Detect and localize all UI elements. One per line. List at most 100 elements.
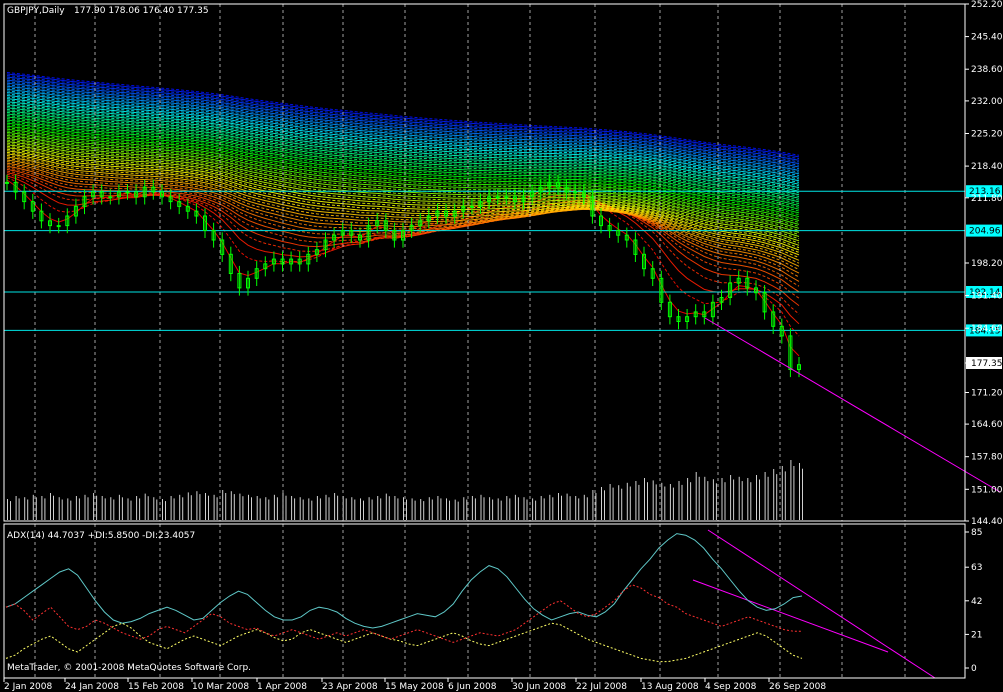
volume-bar	[78, 498, 80, 520]
di-trendline	[692, 579, 889, 653]
price-tick-label: 238.60	[971, 65, 1003, 75]
volume-bar	[139, 498, 141, 520]
volume-bar	[471, 496, 473, 520]
volume-bar	[32, 494, 34, 520]
adx-tick-label: 0	[971, 664, 977, 674]
volume-bar	[463, 497, 465, 520]
panel-frames	[3, 3, 966, 679]
volume-bar	[44, 498, 46, 520]
volume-bar	[747, 478, 749, 520]
volume-bar	[10, 501, 11, 520]
volume-bar	[756, 475, 757, 520]
volume-bar	[759, 479, 760, 520]
volume-bar	[182, 497, 184, 520]
volume-bar	[715, 483, 717, 520]
volume-bar	[368, 497, 370, 520]
volume-bar	[75, 496, 77, 520]
volume-bar	[363, 500, 364, 520]
time-tick-label: 30 Jun 2008	[512, 682, 566, 692]
moving-average-ribbons	[6, 72, 800, 357]
volume-bar	[457, 501, 459, 520]
volume-bar	[423, 501, 425, 520]
volume-bar	[397, 498, 399, 520]
volume-bar	[535, 500, 537, 520]
volume-bar	[446, 498, 447, 520]
ribbon-line	[6, 161, 800, 271]
ohlc-readout: 177.90 178.06 176.40 177.35	[74, 6, 209, 16]
volume-bar	[543, 498, 545, 520]
adx-series-line	[5, 622, 803, 663]
volume-bar	[328, 497, 330, 520]
price-tick-label: 157.80	[971, 453, 1003, 463]
volume-bar	[767, 476, 769, 520]
volume-bar	[440, 498, 442, 520]
volume-bar	[70, 500, 72, 520]
volume-bar	[302, 499, 304, 520]
volume-bar	[294, 498, 296, 520]
time-tick-label: 6 Jun 2008	[448, 682, 497, 692]
price-tick-label: 164.60	[971, 420, 1003, 430]
volume-bar	[583, 494, 585, 520]
volume-bar	[575, 496, 577, 520]
volume-bar	[733, 479, 735, 520]
chart-canvas: 213.16204.96192.14184.15 252.20245.40238…	[3, 0, 1003, 692]
price-tick-label: 198.20	[971, 259, 1003, 269]
price-tick-label: 245.40	[971, 33, 1003, 43]
volume-bar	[136, 496, 138, 520]
volume-bar	[388, 496, 390, 520]
volume-bar	[93, 493, 95, 520]
time-tick-label: 2 Jan 2008	[4, 682, 52, 692]
volume-bar	[652, 480, 654, 520]
volume-bar	[724, 482, 726, 520]
volume-bar	[618, 485, 620, 520]
volume-bar	[661, 482, 663, 520]
volume-bar	[492, 499, 494, 520]
volume-bar	[621, 488, 623, 520]
volume-bar	[165, 501, 166, 520]
volume-bar	[483, 497, 485, 520]
volume-bar	[256, 496, 258, 520]
volume-bar	[802, 468, 803, 520]
volume-bar	[351, 497, 353, 520]
ribbon-line	[6, 125, 800, 218]
price-tick-label: 177.35	[971, 359, 1003, 369]
volume-bar	[225, 493, 227, 520]
volume-bar	[58, 497, 60, 520]
volume-bar	[629, 486, 631, 520]
volume-bar	[187, 492, 189, 520]
volume-bar	[514, 494, 516, 520]
volume-bar	[371, 499, 373, 520]
volume-bar	[612, 487, 614, 520]
symbol-label: GBPJPY,Daily	[7, 6, 65, 16]
volume-bar	[707, 481, 709, 520]
main-panel-frame	[3, 3, 966, 522]
volume-bar	[276, 497, 278, 520]
volume-bar	[480, 494, 482, 520]
volume-bar	[385, 493, 387, 520]
volume-bar	[695, 472, 697, 520]
volume-bar	[311, 500, 313, 520]
grid-lines	[34, 4, 906, 678]
time-tick-label: 1 Apr 2008	[257, 682, 307, 692]
volume-bar	[669, 484, 671, 520]
price-tick-label: 184.60	[971, 324, 1003, 334]
volume-bar	[121, 497, 123, 520]
volume-bar	[285, 495, 287, 520]
volume-bar	[517, 497, 519, 520]
volume-bar	[604, 490, 605, 520]
volume-bar	[672, 487, 674, 520]
volume-bar	[18, 498, 20, 520]
volume-bar	[793, 466, 795, 520]
adx-tick-label: 42	[971, 597, 982, 607]
volume-bar	[110, 497, 112, 520]
volume-bar	[569, 496, 571, 520]
candle-body	[108, 196, 113, 199]
volume-bar	[144, 493, 146, 520]
volume-bar	[721, 478, 723, 520]
volume-bar	[647, 482, 648, 520]
volume-bar	[509, 498, 511, 520]
volume-bar	[291, 496, 293, 520]
adx-readout: ADX(14) 44.7037 +DI:5.8500 -DI:23.4057	[7, 531, 195, 541]
volume-bar	[681, 484, 683, 520]
volume-bar	[251, 497, 252, 520]
